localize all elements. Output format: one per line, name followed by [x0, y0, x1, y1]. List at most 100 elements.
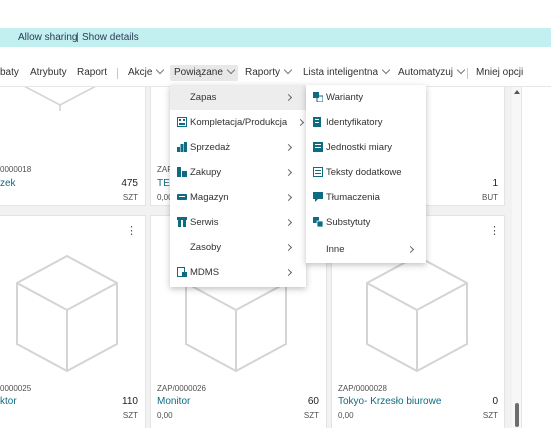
submenu-item-label: Substytuty: [326, 217, 371, 228]
submenu-item-label: Tłumaczenia: [326, 192, 380, 203]
substitutes-icon: [313, 217, 323, 227]
units-icon: [313, 142, 323, 152]
menu-item-label: Kompletacja/Produkcja: [190, 117, 288, 128]
menu-item-label: Sprzedaż: [190, 142, 231, 153]
texts-icon: [313, 167, 323, 177]
show-details-link[interactable]: Show details: [82, 28, 139, 47]
factbox-panel: [521, 87, 551, 428]
menu-item-zasoby[interactable]: Zasoby: [170, 235, 306, 260]
item-quantity: 60: [307, 396, 319, 407]
menu-item-kompletacja[interactable]: Kompletacja/Produkcja: [170, 110, 306, 135]
item-quantity: 0: [492, 396, 498, 407]
item-quantity: 110: [122, 396, 138, 407]
action-label: Powiązane: [174, 67, 223, 78]
warehouse-icon: [177, 194, 187, 200]
submenu-item-label: Jednostki miary: [326, 142, 392, 153]
chevron-right-icon: [284, 218, 293, 227]
menu-item-label: Serwis: [190, 217, 219, 228]
action-label: Raporty: [245, 67, 281, 78]
action-label: Lista inteligentna: [303, 67, 379, 78]
menu-item-zakupy[interactable]: Zakupy: [170, 160, 306, 185]
submenu-item-teksty-dodatkowe[interactable]: Teksty dodatkowe: [306, 160, 426, 185]
purchase-icon: [177, 167, 187, 177]
action-atrybuty[interactable]: Atrybuty: [30, 66, 67, 80]
action-baty[interactable]: baty: [0, 66, 19, 80]
item-unit: SZT: [482, 411, 498, 420]
menu-item-zapas[interactable]: Zapas: [170, 85, 306, 110]
item-price: 0,00: [338, 411, 354, 420]
vertical-scrollbar[interactable]: [512, 87, 521, 428]
service-icon: [177, 217, 187, 227]
item-unit: SZT: [303, 411, 319, 420]
item-code: 0000018: [0, 165, 32, 174]
banner-divider: |: [76, 32, 79, 43]
menu-item-serwis[interactable]: Serwis: [170, 210, 306, 235]
action-mniej-opcji[interactable]: Mniej opcji: [476, 66, 523, 80]
chevron-down-icon: [283, 65, 293, 75]
action-powiazane[interactable]: Powiązane: [170, 65, 238, 81]
item-card[interactable]: ⋮ 0000025 ktor 110 SZT: [0, 216, 145, 428]
menu-item-label: Magazyn: [190, 192, 229, 203]
action-akcje[interactable]: Akcje: [128, 65, 165, 80]
action-raporty[interactable]: Raporty: [245, 65, 293, 80]
action-label: Automatyzuj: [398, 67, 454, 78]
menu-item-label: MDMS: [190, 267, 220, 278]
sales-icon: [177, 142, 187, 152]
cube-placeholder-icon: [366, 254, 468, 373]
chevron-right-icon: [284, 143, 293, 152]
item-unit: SZT: [122, 411, 138, 420]
item-name[interactable]: zek: [0, 178, 16, 189]
action-label: Akcje: [128, 67, 153, 78]
powiazane-menu: Zapas Kompletacja/Produkcja Sprzedaż Zak…: [170, 85, 306, 287]
action-raport[interactable]: Raport: [77, 66, 107, 80]
submenu-item-inne[interactable]: Inne: [306, 237, 426, 262]
submenu-item-label: Teksty dodatkowe: [326, 167, 402, 178]
chevron-right-icon: [284, 168, 293, 177]
scrollbar-thumb[interactable]: [515, 403, 519, 427]
item-code: ZAP/0000026: [157, 384, 206, 393]
item-card[interactable]: 0000018 zek 475 SZT: [0, 87, 145, 205]
cube-placeholder-icon: [24, 87, 96, 111]
sharing-banner: Allow sharing | Show details: [0, 28, 551, 47]
item-unit: SZT: [122, 193, 138, 202]
zapas-submenu: Warianty Identyfikatory Jednostki miary …: [306, 85, 426, 263]
item-price: 0,00: [157, 411, 173, 420]
item-name[interactable]: TE: [157, 178, 170, 189]
menu-item-label: Zakupy: [190, 167, 222, 178]
action-lista-inteligentna[interactable]: Lista inteligentna: [303, 65, 391, 80]
submenu-item-warianty[interactable]: Warianty: [306, 85, 426, 110]
submenu-item-substytuty[interactable]: Substytuty: [306, 210, 426, 235]
menu-item-magazyn[interactable]: Magazyn: [170, 185, 306, 210]
action-label: baty: [0, 67, 19, 78]
action-automatyzuj[interactable]: Automatyzuj: [398, 65, 466, 80]
menu-item-sprzedaz[interactable]: Sprzedaż: [170, 135, 306, 160]
item-name[interactable]: Tokyo- Krzesło biurowe: [338, 396, 441, 407]
chevron-right-icon: [406, 245, 415, 254]
submenu-item-identyfikatory[interactable]: Identyfikatory: [306, 110, 426, 135]
more-options-icon[interactable]: ⋮: [126, 226, 137, 237]
chevron-right-icon: [284, 193, 293, 202]
item-name[interactable]: Monitor: [157, 396, 190, 407]
action-bar: baty Atrybuty Raport Akcje Powiązane Rap…: [0, 60, 551, 87]
item-quantity: 1: [492, 178, 498, 189]
scroll-up-icon[interactable]: [514, 90, 520, 94]
menu-item-label: Zapas: [190, 92, 217, 103]
item-code: ZAP/0000028: [338, 384, 387, 393]
menu-item-mdms[interactable]: MDMS: [170, 260, 306, 285]
item-quantity: 475: [121, 178, 138, 189]
chevron-down-icon: [456, 65, 466, 75]
more-options-icon[interactable]: ⋮: [489, 226, 500, 237]
translations-icon: [313, 192, 323, 202]
chevron-right-icon: [284, 268, 293, 277]
item-unit: BUT: [482, 193, 498, 202]
menu-item-label: Zasoby: [190, 242, 222, 253]
cube-placeholder-icon: [16, 254, 118, 373]
item-name[interactable]: ktor: [0, 396, 17, 407]
submenu-item-jednostki-miary[interactable]: Jednostki miary: [306, 135, 426, 160]
identifiers-icon: [313, 117, 321, 127]
allow-sharing-link[interactable]: Allow sharing: [18, 28, 77, 47]
submenu-item-tlumaczenia[interactable]: Tłumaczenia: [306, 185, 426, 210]
chevron-right-icon: [284, 243, 293, 252]
chevron-right-icon: [284, 93, 293, 102]
assembly-icon: [177, 117, 187, 127]
